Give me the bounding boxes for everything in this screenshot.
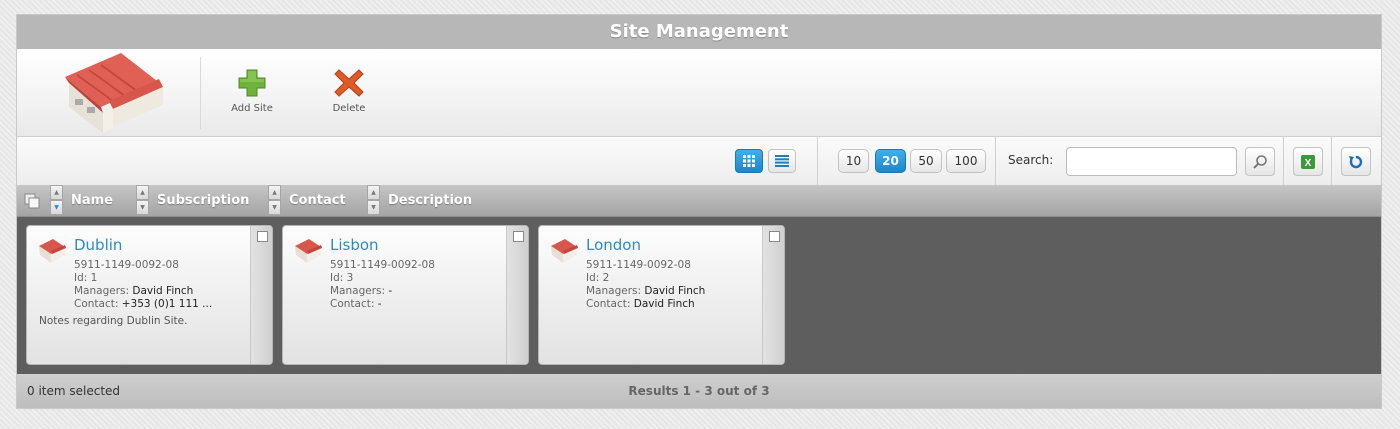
- site-managers: David Finch: [644, 285, 706, 297]
- page-size-100-button[interactable]: 100: [946, 149, 986, 173]
- svg-text:X: X: [1305, 158, 1312, 169]
- select-checkbox[interactable]: [513, 231, 524, 242]
- site-details: 5911-1149-0092-08 Id: 1 Managers: David …: [74, 259, 212, 311]
- plus-icon: [238, 69, 266, 97]
- card-rail: [762, 226, 784, 364]
- site-subscription: 5911-1149-0092-08: [330, 259, 435, 271]
- sort-down-icon[interactable]: ▼: [268, 200, 281, 215]
- site-id: 1: [90, 272, 98, 284]
- sort-down-icon[interactable]: ▼: [50, 200, 63, 215]
- filter-divider: [995, 137, 996, 185]
- id-label: Id:: [74, 272, 88, 284]
- column-subscription[interactable]: Subscription: [157, 193, 249, 208]
- search-button[interactable]: [1245, 147, 1275, 176]
- site-subscription: 5911-1149-0092-08: [74, 259, 179, 271]
- grid-view-icon: [743, 155, 755, 167]
- refresh-button[interactable]: [1341, 147, 1371, 176]
- sort-up-icon[interactable]: ▲: [268, 185, 281, 200]
- grid-view-button[interactable]: [735, 149, 763, 173]
- magnifier-icon: [1253, 154, 1267, 169]
- card-rail: [506, 226, 528, 364]
- sort-up-icon[interactable]: ▲: [50, 185, 63, 200]
- managers-label: Managers:: [586, 285, 642, 297]
- name-sort-control[interactable]: ▲ ▼: [50, 185, 63, 216]
- site-name[interactable]: Dublin: [74, 236, 122, 254]
- warehouse-icon: [39, 239, 66, 263]
- site-card-london[interactable]: London 5911-1149-0092-08 Id: 2 Managers:…: [538, 225, 785, 365]
- site-management-panel: Site Management Add Site Delete 10 20 50…: [16, 14, 1382, 409]
- site-contact: David Finch: [633, 298, 695, 310]
- site-id: 3: [346, 272, 354, 284]
- filter-divider: [1283, 137, 1284, 185]
- warehouse-icon: [295, 239, 322, 263]
- page-size-10-button[interactable]: 10: [838, 149, 869, 173]
- site-contact: +353 (0)1 111 ...: [121, 298, 213, 310]
- id-label: Id:: [330, 272, 344, 284]
- managers-label: Managers:: [330, 285, 386, 297]
- warehouse-icon: [65, 53, 163, 133]
- add-site-button[interactable]: Add Site: [217, 67, 287, 114]
- filter-divider: [1331, 137, 1332, 185]
- sort-up-icon[interactable]: ▲: [367, 185, 380, 200]
- warehouse-icon: [551, 239, 578, 263]
- site-card-lisbon[interactable]: Lisbon 5911-1149-0092-08 Id: 3 Managers:…: [282, 225, 529, 365]
- contact-label: Contact:: [586, 298, 631, 310]
- filter-divider: [817, 137, 818, 185]
- site-contact: -: [377, 298, 382, 310]
- site-id: 2: [602, 272, 610, 284]
- contact-label: Contact:: [74, 298, 119, 310]
- column-header-bar: ▲ ▼ Name ▲ ▼ Subscription ▲ ▼ Contact ▲ ▼ De…: [17, 185, 1381, 217]
- site-details: 5911-1149-0092-08 Id: 3 Managers: - Cont…: [330, 259, 435, 311]
- delete-label: Delete: [332, 103, 366, 114]
- export-excel-button[interactable]: X: [1293, 147, 1323, 176]
- column-description[interactable]: Description: [388, 193, 472, 208]
- site-details: 5911-1149-0092-08 Id: 2 Managers: David …: [586, 259, 705, 311]
- site-name[interactable]: Lisbon: [330, 236, 379, 254]
- subscription-sort-control[interactable]: ▲ ▼: [136, 185, 149, 216]
- site-managers: -: [388, 285, 393, 297]
- search-input[interactable]: [1066, 147, 1237, 176]
- selection-count: 0 item selected: [27, 384, 121, 398]
- x-icon: [334, 69, 364, 97]
- toolbar: Add Site Delete: [17, 49, 1381, 137]
- filter-bar: 10 20 50 100 Search: X: [17, 137, 1381, 186]
- description-sort-control[interactable]: ▲ ▼: [367, 185, 380, 216]
- select-checkbox[interactable]: [257, 231, 268, 242]
- sort-up-icon[interactable]: ▲: [136, 185, 149, 200]
- site-managers: David Finch: [132, 285, 194, 297]
- page-size-50-button[interactable]: 50: [910, 149, 942, 173]
- contact-label: Contact:: [330, 298, 375, 310]
- sort-down-icon[interactable]: ▼: [136, 200, 149, 215]
- results-count: Results 1 - 3 out of 3: [628, 384, 770, 398]
- column-contact[interactable]: Contact: [289, 193, 346, 208]
- site-name[interactable]: London: [586, 236, 641, 254]
- window-title: Site Management: [17, 15, 1381, 49]
- status-bar: Results 1 - 3 out of 3 0 item selected: [17, 374, 1381, 408]
- select-checkbox[interactable]: [769, 231, 780, 242]
- contact-sort-control[interactable]: ▲ ▼: [268, 185, 281, 216]
- site-notes: Notes regarding Dublin Site.: [39, 315, 188, 327]
- site-card-dublin[interactable]: Dublin 5911-1149-0092-08 Id: 1 Managers:…: [26, 225, 273, 365]
- column-name[interactable]: Name: [71, 193, 113, 208]
- select-all-icon[interactable]: [24, 193, 40, 209]
- refresh-icon: [1349, 155, 1363, 168]
- page-size-20-button[interactable]: 20: [875, 149, 906, 173]
- sort-down-icon[interactable]: ▼: [367, 200, 380, 215]
- excel-icon: X: [1301, 154, 1315, 169]
- search-label: Search:: [1008, 153, 1054, 167]
- site-grid: Dublin 5911-1149-0092-08 Id: 1 Managers:…: [17, 217, 1381, 374]
- toolbar-separator: [200, 57, 201, 129]
- list-view-icon: [775, 155, 789, 167]
- delete-button[interactable]: Delete: [314, 67, 384, 114]
- card-rail: [250, 226, 272, 364]
- site-subscription: 5911-1149-0092-08: [586, 259, 691, 271]
- add-site-label: Add Site: [231, 103, 273, 114]
- id-label: Id:: [586, 272, 600, 284]
- list-view-button[interactable]: [768, 149, 796, 173]
- managers-label: Managers:: [74, 285, 130, 297]
